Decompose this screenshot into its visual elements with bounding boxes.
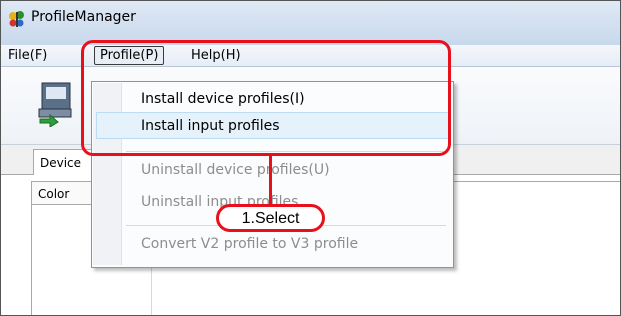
install-printer-icon[interactable] [36, 81, 74, 127]
callout-highlight-box [81, 40, 451, 156]
callout-connector-line [269, 156, 272, 206]
step-select-badge: 1.Select [216, 204, 325, 232]
butterfly-app-icon [9, 11, 24, 27]
menu-item-uninstall-device-profiles[interactable]: Uninstall device profiles(U) [141, 162, 330, 178]
profile-manager-window: ProfileManager File(F) Profile(P) Help(H… [0, 0, 621, 316]
title-bar: ProfileManager [1, 1, 620, 45]
window-title: ProfileManager [31, 9, 136, 25]
menu-file[interactable]: File(F) [8, 48, 47, 63]
menu-item-convert-v2-to-v3[interactable]: Convert V2 profile to V3 profile [141, 236, 358, 252]
